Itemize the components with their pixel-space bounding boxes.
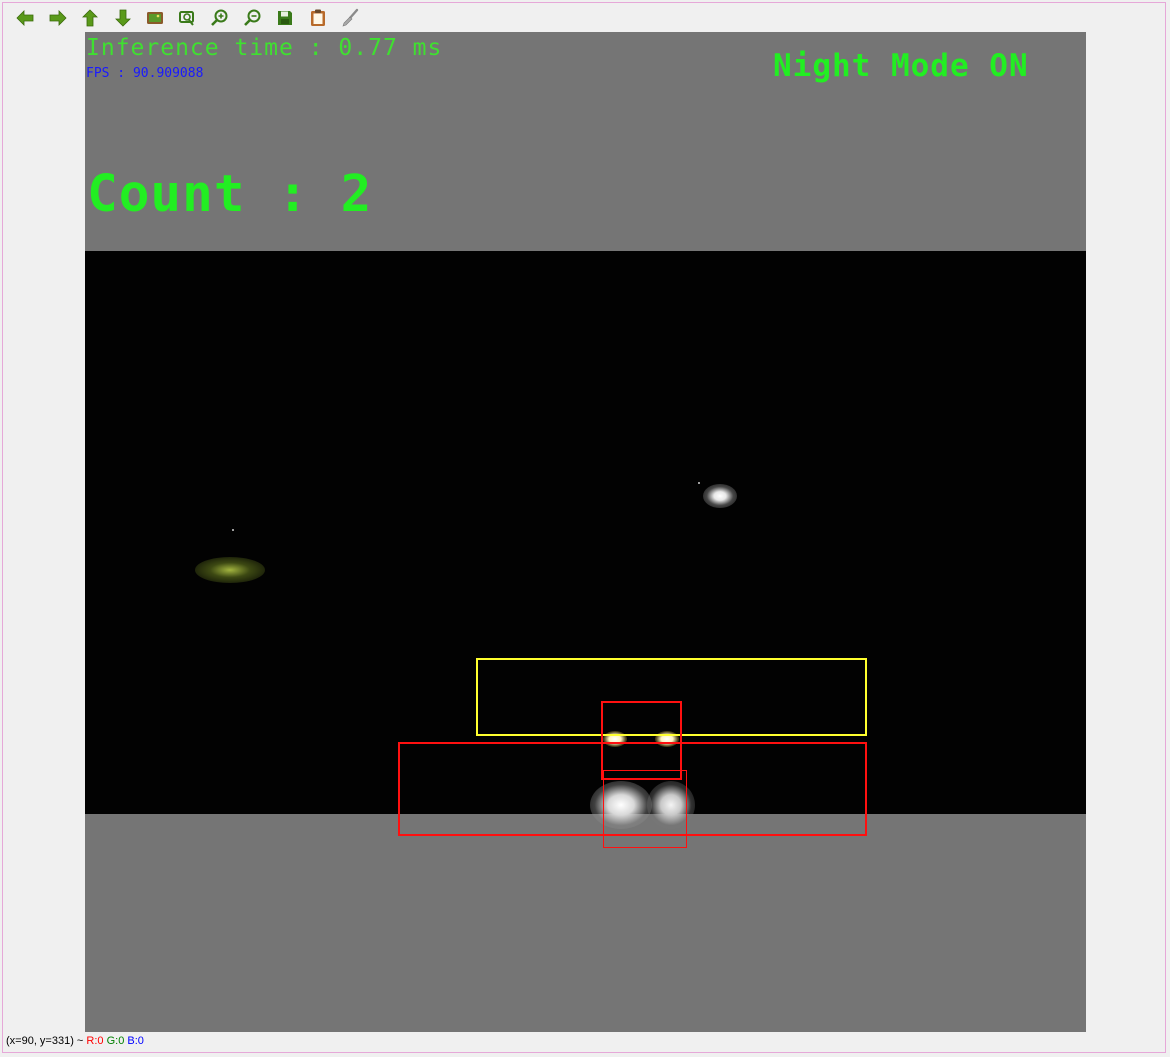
zoom-to-fit-button[interactable] [142,7,168,29]
properties-button[interactable] [337,7,363,29]
save-button[interactable] [272,7,298,29]
zoom-in-icon [211,9,228,26]
night-mode-label: Night Mode ON [773,48,1029,84]
fps-label: FPS : 90.909088 [86,66,204,81]
detection-box-red [603,770,687,848]
cursor-coordinates: (x=90, y=331) ~ [6,1035,87,1047]
pan-right-button[interactable] [45,7,71,29]
pan-left-button[interactable] [12,7,38,29]
light-speck [232,529,234,531]
pixel-blue-value: B:0 [127,1035,144,1047]
pan-up-button[interactable] [77,7,103,29]
arrow-down-icon [114,9,131,27]
clipboard-icon [310,9,325,26]
pixel-red-value: R:0 [86,1035,104,1047]
image-viewport[interactable]: Inference time : 0.77 ms FPS : 90.909088… [85,32,1086,1032]
brush-icon [342,8,359,27]
pan-down-button[interactable] [110,7,136,29]
arrow-left-icon [16,10,34,26]
zoom-out-icon [243,9,260,26]
status-bar: (x=90, y=331) ~ R:0 G:0 B:0 [6,1035,144,1047]
zoom-out-button[interactable] [240,7,266,29]
pixel-green-value: G:0 [106,1035,125,1047]
zoom-original-button[interactable] [175,7,201,29]
light-speck [698,482,700,484]
image-fit-icon [147,12,163,24]
arrow-right-icon [49,10,67,26]
toolbar [12,6,370,30]
distant-headlight [703,484,737,508]
arrow-up-icon [82,9,98,27]
inference-time-label: Inference time : 0.77 ms [86,35,443,61]
count-label: Count : 2 [87,165,373,224]
zoom-original-icon [178,11,194,26]
floppy-disk-icon [278,11,292,25]
roadside-reflection [195,557,265,583]
copy-to-clipboard-button[interactable] [305,7,331,29]
zoom-in-button[interactable] [207,7,233,29]
